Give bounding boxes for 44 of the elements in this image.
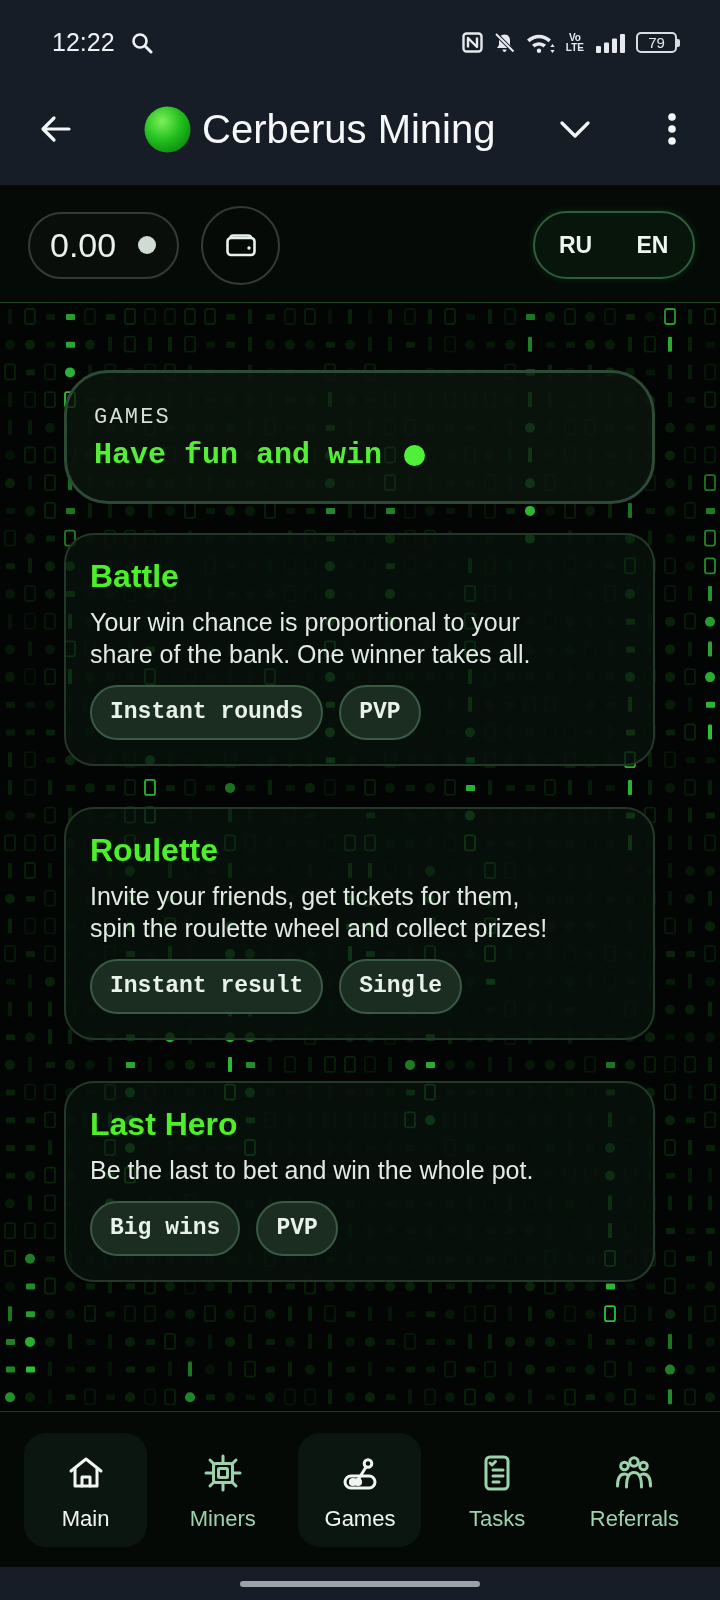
balance-button[interactable]: 0.00 xyxy=(28,211,180,279)
network-type-label: Vo LTE xyxy=(565,32,584,53)
search-icon xyxy=(130,31,153,54)
app-title: Cerberus Mining xyxy=(202,109,496,149)
intro-heading: Have fun and win xyxy=(94,437,383,473)
feature-tag: Instant rounds xyxy=(90,685,324,740)
game-description: Invite your friends, get tickets for them, spin the roulette wheel and collect prizes! xyxy=(90,881,549,944)
dot-icon xyxy=(404,444,426,466)
wallet-button[interactable] xyxy=(201,205,281,285)
nav-tab[interactable]: Tasks xyxy=(435,1433,559,1547)
nav-tab[interactable]: Referrals xyxy=(572,1433,696,1547)
arrow-left-icon xyxy=(40,115,72,143)
game-title: Last Hero xyxy=(90,1105,238,1143)
home-indicator[interactable] xyxy=(240,1580,480,1587)
circle-icon xyxy=(144,105,191,153)
game-card[interactable]: Roulette Invite your friends, get tickets for them, spin the roulette wheel and collect prizes! Instant result Single xyxy=(64,807,655,1040)
battery-indicator: 79 xyxy=(636,32,680,53)
wifi-icon xyxy=(525,32,555,53)
nav-tab[interactable]: Main xyxy=(24,1433,148,1547)
game-description: Be the last to bet and win the whole pot. xyxy=(90,1155,534,1186)
game-description: Your win chance is proportional to your share of the bank. One winner takes all. xyxy=(90,607,532,670)
feature-tag: PVP xyxy=(256,1201,338,1256)
chevron-down-icon xyxy=(560,120,590,138)
language-option[interactable]: RU xyxy=(537,215,614,275)
nav-tab[interactable]: Games xyxy=(298,1433,422,1547)
feature-tag: Single xyxy=(339,959,463,1014)
game-title: Roulette xyxy=(90,831,218,869)
section-label: GAMES xyxy=(94,405,171,431)
more-vertical-icon xyxy=(668,113,676,145)
feature-tag: Instant result xyxy=(90,959,324,1014)
dot-icon xyxy=(138,236,157,254)
wallet-icon xyxy=(225,233,256,257)
nfc-icon xyxy=(461,32,483,53)
signal-icon xyxy=(595,32,625,53)
game-card[interactable]: Battle Your win chance is proportional to your share of the bank. One winner takes all. Instant rounds PVP xyxy=(64,533,655,766)
feature-tag: Big wins xyxy=(90,1201,241,1256)
status-time: 12:22 xyxy=(52,30,115,55)
game-title: Battle xyxy=(90,557,179,595)
game-card[interactable]: Last Hero Be the last to bet and win the whole pot. Big wins PVP xyxy=(64,1081,655,1282)
chip-icon xyxy=(202,1453,243,1493)
nav-tab[interactable]: Miners xyxy=(161,1433,285,1547)
bell-off-icon xyxy=(493,32,515,53)
feature-tag: PVP xyxy=(339,685,421,740)
language-option[interactable]: EN xyxy=(614,215,691,275)
